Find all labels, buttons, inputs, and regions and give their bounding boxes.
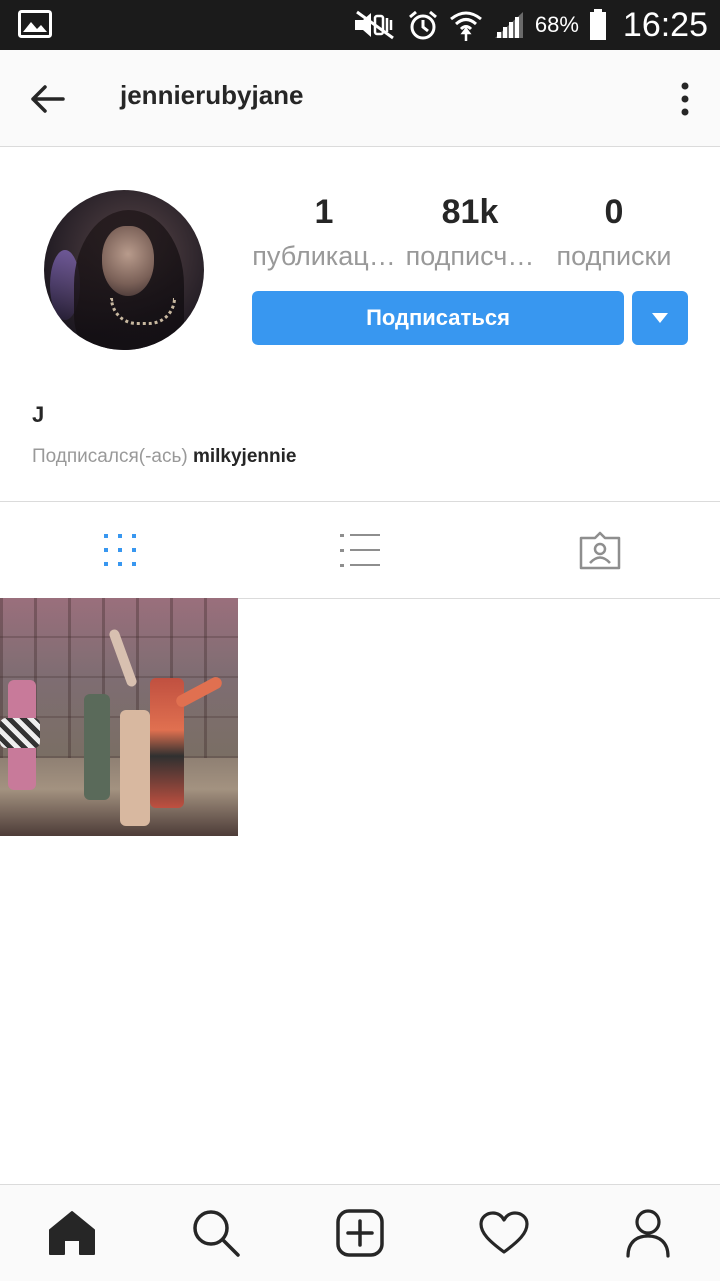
profile-stats: 1 публикац… 81k подписч… 0 подписки xyxy=(252,190,688,280)
tagged-icon xyxy=(579,531,621,570)
search-icon xyxy=(193,1210,240,1257)
activity-heart-icon xyxy=(479,1211,529,1254)
alarm-icon xyxy=(407,9,439,41)
wifi-icon xyxy=(449,9,483,41)
status-icons: 68% 16:25 xyxy=(351,0,708,50)
avatar-face xyxy=(102,226,154,296)
followed-by-prefix: Подписался(-ась) xyxy=(32,446,188,467)
more-options-button[interactable] xyxy=(670,76,700,122)
stat-posts-value: 1 xyxy=(314,193,334,231)
post-thumbnail[interactable] xyxy=(0,598,238,836)
page-title: jennierubyjane xyxy=(120,80,304,110)
profile-icon xyxy=(626,1209,670,1258)
tab-tagged[interactable] xyxy=(480,502,720,598)
post-figure xyxy=(120,710,150,826)
nav-home[interactable] xyxy=(0,1185,144,1281)
caret-down-icon xyxy=(652,313,668,323)
followed-by: Подписался(-ась) milkyjennie xyxy=(32,446,296,468)
post-figure xyxy=(84,694,110,800)
stat-following-value: 0 xyxy=(604,193,624,231)
more-vertical-icon xyxy=(681,82,689,116)
tab-grid[interactable] xyxy=(0,502,240,598)
home-icon xyxy=(49,1211,95,1255)
stat-following[interactable]: 0 подписки xyxy=(544,190,684,278)
bottom-navigation xyxy=(0,1184,720,1281)
status-bar: 68% 16:25 xyxy=(0,0,720,50)
gallery-notification-icon xyxy=(18,10,52,38)
stat-posts-label: публикац… xyxy=(252,241,396,271)
clock: 16:25 xyxy=(622,5,708,44)
profile-view-tabs xyxy=(0,501,720,599)
battery-icon xyxy=(589,9,607,41)
grid-icon xyxy=(104,534,136,566)
battery-percent: 68% xyxy=(534,12,579,37)
nav-add-post[interactable] xyxy=(288,1185,432,1281)
stat-following-label: подписки xyxy=(556,241,672,271)
app-bar: jennierubyjane xyxy=(0,50,720,147)
profile-name: J xyxy=(32,402,45,427)
tab-list[interactable] xyxy=(240,502,480,598)
stat-posts[interactable]: 1 публикац… xyxy=(252,190,396,278)
add-post-icon xyxy=(336,1209,384,1257)
suggestions-dropdown-button[interactable] xyxy=(632,291,688,345)
nav-activity[interactable] xyxy=(432,1185,576,1281)
followed-by-user-link[interactable]: milkyjennie xyxy=(193,446,297,467)
stat-followers-value: 81k xyxy=(441,193,499,231)
signal-icon xyxy=(493,10,525,40)
post-figure xyxy=(0,718,40,748)
nav-profile[interactable] xyxy=(576,1185,720,1281)
stat-followers-label: подписч… xyxy=(405,241,535,271)
profile-avatar[interactable] xyxy=(44,190,204,350)
follow-button[interactable]: Подписаться xyxy=(252,291,624,345)
back-arrow-icon xyxy=(31,85,65,113)
stat-followers[interactable]: 81k подписч… xyxy=(398,190,542,278)
mute-vibrate-icon xyxy=(351,10,397,40)
nav-search[interactable] xyxy=(144,1185,288,1281)
list-icon xyxy=(340,534,380,567)
back-button[interactable] xyxy=(22,74,72,124)
